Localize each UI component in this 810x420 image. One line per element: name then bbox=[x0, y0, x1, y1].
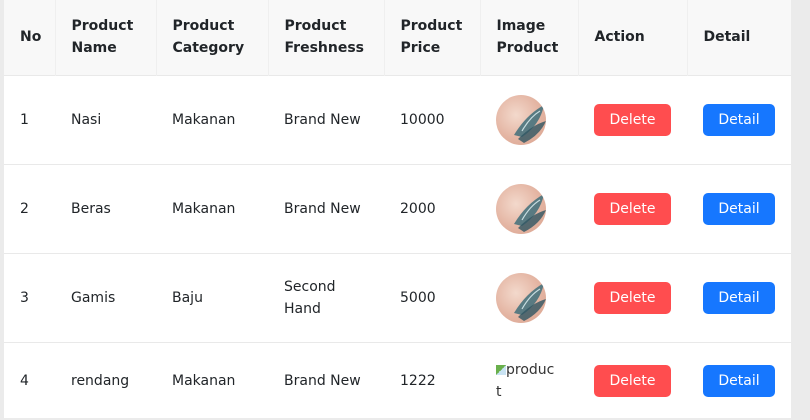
delete-button[interactable]: Delete bbox=[594, 192, 671, 225]
header-product-category: Product Category bbox=[156, 0, 269, 75]
header-product-freshness: Product Freshness bbox=[268, 0, 385, 75]
header-detail: Detail bbox=[703, 29, 751, 46]
cell-product-name: Beras bbox=[55, 163, 156, 253]
cell-no: 2 bbox=[4, 163, 55, 253]
cell-product-category: Makanan bbox=[156, 341, 268, 419]
cell-product-freshness: Brand New bbox=[268, 74, 384, 164]
header-action: Action bbox=[578, 0, 688, 75]
table-row: 3 Gamis Baju Second Hand 5000 Delete Det… bbox=[4, 252, 791, 342]
cell-no: 3 bbox=[4, 252, 55, 342]
detail-button[interactable]: Detail bbox=[703, 281, 775, 314]
detail-button[interactable]: Detail bbox=[703, 192, 775, 225]
broken-image-icon bbox=[496, 364, 506, 375]
product-thumbnail-image bbox=[496, 94, 546, 145]
header-product-price: Product Price bbox=[384, 0, 481, 75]
header-product-name: Product Name bbox=[55, 0, 157, 75]
table-header-row: No Product Name Product Category Product… bbox=[4, 0, 791, 75]
cell-product-category: Makanan bbox=[156, 163, 268, 253]
delete-button[interactable]: Delete bbox=[594, 281, 671, 314]
cell-product-price: 1222 bbox=[384, 341, 480, 419]
header-image-product: Image Product bbox=[480, 0, 579, 75]
broken-image-placeholder: product bbox=[496, 359, 556, 403]
cell-product-name: rendang bbox=[55, 341, 156, 419]
cell-product-price: 2000 bbox=[384, 163, 480, 253]
detail-button[interactable]: Detail bbox=[703, 364, 775, 397]
delete-button[interactable]: Delete bbox=[594, 103, 671, 136]
header-no: No bbox=[4, 0, 56, 75]
cell-product-name: Gamis bbox=[55, 252, 156, 342]
cell-product-freshness: Second Hand bbox=[268, 252, 384, 342]
cell-product-freshness: Brand New bbox=[268, 163, 384, 253]
product-thumbnail-image bbox=[496, 183, 546, 234]
cell-no: 4 bbox=[4, 341, 55, 419]
product-table-container: No Product Name Product Category Product… bbox=[4, 0, 791, 419]
product-table: No Product Name Product Category Product… bbox=[4, 0, 791, 419]
cell-product-category: Baju bbox=[156, 252, 268, 342]
cell-product-freshness: Brand New bbox=[268, 341, 384, 419]
delete-button[interactable]: Delete bbox=[594, 364, 671, 397]
table-row: 4 rendang Makanan Brand New 1222 product… bbox=[4, 341, 791, 419]
detail-button[interactable]: Detail bbox=[703, 103, 775, 136]
cell-product-category: Makanan bbox=[156, 74, 268, 164]
product-thumbnail-image bbox=[496, 272, 546, 323]
cell-no: 1 bbox=[4, 74, 55, 164]
table-row: 2 Beras Makanan Brand New 2000 Delete De… bbox=[4, 163, 791, 253]
cell-product-price: 5000 bbox=[384, 252, 480, 342]
cell-product-name: Nasi bbox=[55, 74, 156, 164]
table-row: 1 Nasi Makanan Brand New 10000 Delete De… bbox=[4, 74, 791, 164]
cell-product-price: 10000 bbox=[384, 74, 480, 164]
